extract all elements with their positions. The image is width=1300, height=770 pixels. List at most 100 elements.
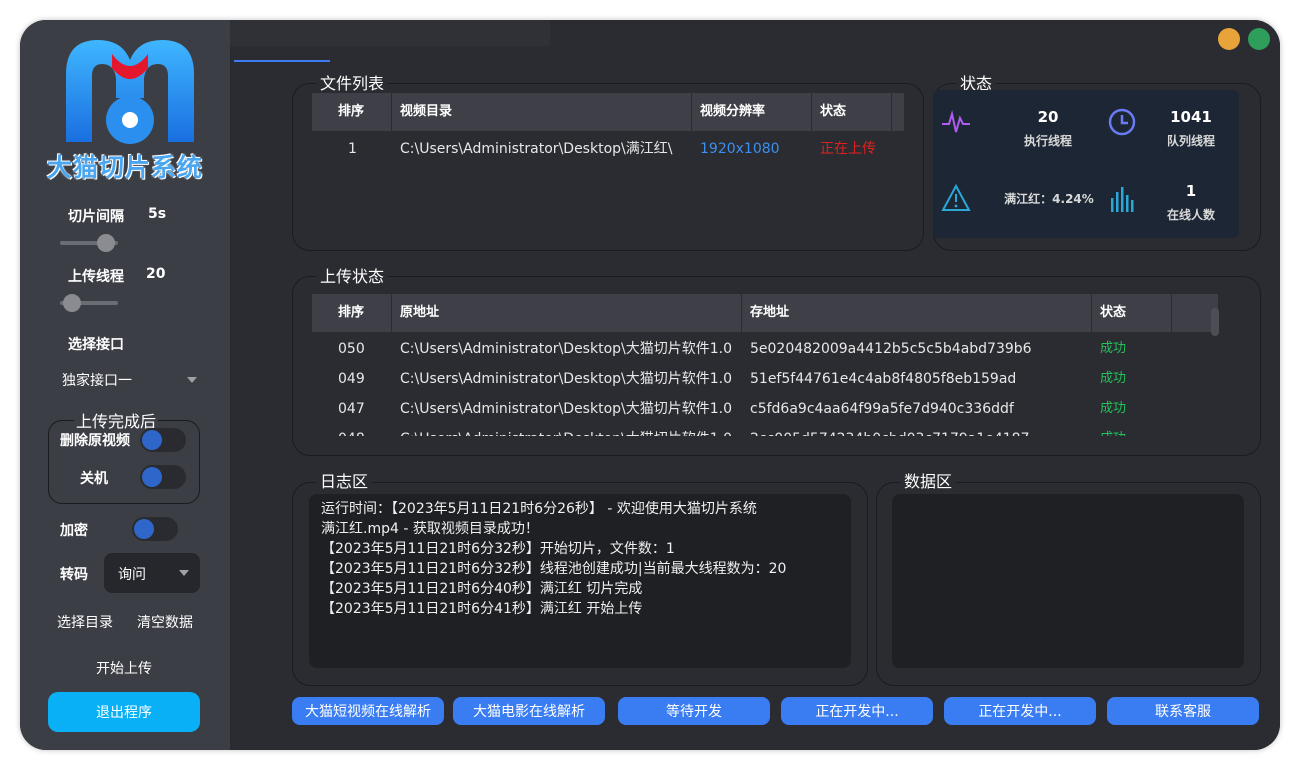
upload-threads-value: 20 (146, 266, 166, 282)
encrypt-toggle[interactable] (132, 517, 178, 541)
log-line: 运行时间：【2023年5月11日21时6分26秒】 - 欢迎使用大猫切片系统 (321, 501, 757, 517)
status-card: 20 执行线程 1041 队列线程 满江红：4.24% 1 在线人数 (933, 90, 1239, 238)
toggle-knob (134, 519, 154, 539)
table-row[interactable]: 050 C:\Users\Administrator\Desktop\大猫切片软… (312, 334, 1172, 364)
sidebar: 大猫切片系统 切片间隔 5s 上传线程 20 选择接口 独家接口一 上传完成后 … (20, 20, 230, 750)
table-row[interactable]: 048 C:\Users\Administrator\Desktop\大猫切片软… (312, 424, 1172, 436)
choose-api-label: 选择接口 (68, 337, 124, 353)
queue-threads-value: 1041 (1170, 108, 1212, 126)
log-line: 满江红.mp4 - 获取视频目录成功！ (321, 521, 539, 537)
table-row[interactable]: 047 C:\Users\Administrator\Desktop\大猫切片软… (312, 394, 1172, 424)
row-src: C:\Users\Administrator\Desktop\大猫切片软件1.0 (392, 424, 742, 436)
warning-icon (941, 184, 971, 211)
column-header-filler (892, 93, 904, 131)
log-line: 【2023年5月11日21时6分32秒】线程池创建成功|当前最大线程数为：20 (321, 561, 787, 577)
app-logo-text: 大猫切片系统 (46, 153, 203, 182)
data-title: 数据区 (900, 468, 957, 492)
slice-interval-slider[interactable] (60, 234, 118, 252)
column-header[interactable]: 状态 (1092, 294, 1172, 332)
exit-button[interactable]: 退出程序 (48, 692, 200, 732)
encrypt-label: 加密 (60, 523, 88, 539)
in-dev-button-2[interactable]: 正在开发中... (944, 697, 1096, 725)
row-dst: 5e020482009a4412b5c5c5b4abd739b6 (750, 341, 1032, 357)
bar-chart-icon (1111, 187, 1134, 212)
slice-interval-value: 5s (148, 206, 167, 222)
row-status: 成功 (1100, 371, 1127, 386)
row-status: 成功 (1100, 341, 1127, 356)
slider-handle[interactable] (62, 294, 81, 312)
row-dst: c5fd6a9c4aa64f99a5fe7d940c336ddf (750, 401, 1014, 417)
row-status: 成功 (1092, 424, 1172, 436)
api-select-value: 独家接口一 (62, 373, 132, 389)
in-dev-button-1[interactable]: 正在开发中... (781, 697, 933, 725)
api-select[interactable]: 独家接口一 (60, 368, 200, 392)
column-header[interactable]: 视频分辨率 (692, 93, 812, 131)
row-dst: 51ef5f44761e4c4ab8f4805f8eb159ad (750, 371, 1017, 387)
delete-source-label: 删除原视频 (60, 433, 130, 449)
minimize-button[interactable] (1218, 28, 1240, 50)
progress-text: 满江红：4.24% (1004, 192, 1094, 206)
column-header[interactable]: 存地址 (742, 294, 1092, 332)
pending-dev-button[interactable]: 等待开发 (618, 697, 770, 725)
row-dir: C:\Users\Administrator\Desktop\满江红\ (400, 141, 673, 157)
table-row[interactable]: 1 C:\Users\Administrator\Desktop\满江红\ 19… (312, 134, 892, 164)
app-window: 大猫切片系统 切片间隔 5s 上传线程 20 选择接口 独家接口一 上传完成后 … (20, 20, 1280, 750)
heartbeat-icon (942, 110, 970, 133)
shutdown-toggle[interactable] (140, 465, 186, 489)
upload-status-body: 050 C:\Users\Administrator\Desktop\大猫切片软… (312, 334, 1218, 436)
delete-source-toggle[interactable] (140, 428, 186, 452)
chevron-down-icon (179, 570, 189, 576)
log-line: 【2023年5月11日21时6分40秒】满江红 切片完成 (321, 581, 643, 597)
row-status: 正在上传 (820, 141, 876, 157)
choose-dir-button[interactable]: 选择目录 (50, 612, 120, 632)
online-count-label: 在线人数 (1166, 208, 1215, 222)
row-index: 049 (338, 371, 365, 387)
shutdown-label: 关机 (80, 471, 108, 487)
toggle-knob (142, 467, 162, 487)
contact-support-button[interactable]: 联系客服 (1107, 697, 1259, 725)
clock-icon (1108, 108, 1136, 136)
column-header[interactable]: 排序 (312, 294, 392, 332)
log-line: 【2023年5月11日21时6分32秒】开始切片，文件数：1 (321, 541, 675, 557)
column-header[interactable]: 原地址 (392, 294, 742, 332)
log-title: 日志区 (316, 468, 373, 492)
column-header[interactable]: 状态 (812, 93, 892, 131)
slice-interval-label: 切片间隔 (68, 209, 124, 225)
row-src: C:\Users\Administrator\Desktop\大猫切片软件1.0 (400, 401, 733, 417)
upload-status-title: 上传状态 (316, 263, 389, 287)
transcode-label: 转码 (60, 567, 88, 583)
file-list-title: 文件列表 (316, 70, 389, 94)
table-row[interactable]: 049 C:\Users\Administrator\Desktop\大猫切片软… (312, 364, 1172, 394)
main-area: 文件列表 排序 视频目录 视频分辨率 状态 1 C:\Users\Adminis… (230, 20, 1280, 750)
file-list-header: 排序 视频目录 视频分辨率 状态 (312, 93, 904, 131)
transcode-select-value: 询问 (118, 567, 146, 583)
exec-threads-label: 执行线程 (1023, 134, 1072, 148)
row-index: 048 (312, 424, 392, 436)
clear-data-button[interactable]: 清空数据 (130, 612, 200, 632)
exec-threads-value: 20 (1037, 108, 1059, 126)
row-src: C:\Users\Administrator\Desktop\大猫切片软件1.0 (400, 341, 733, 357)
tab-strip (230, 20, 550, 46)
maximize-button[interactable] (1248, 28, 1270, 50)
upload-status-header: 排序 原地址 存地址 状态 (312, 294, 1218, 332)
upload-status-scrollbar[interactable] (1211, 308, 1219, 336)
chevron-down-icon (187, 377, 197, 383)
data-output[interactable] (892, 494, 1244, 668)
movie-parse-button[interactable]: 大猫电影在线解析 (453, 697, 605, 725)
row-index: 047 (338, 401, 365, 417)
column-header[interactable]: 排序 (312, 93, 392, 131)
queue-threads-label: 队列线程 (1166, 134, 1215, 148)
upload-threads-slider[interactable] (60, 294, 118, 312)
short-video-parse-button[interactable]: 大猫短视频在线解析 (292, 697, 444, 725)
log-line: 【2023年5月11日21时6分41秒】满江红 开始上传 (321, 601, 643, 617)
log-output[interactable]: 运行时间：【2023年5月11日21时6分26秒】 - 欢迎使用大猫切片系统 满… (309, 494, 851, 668)
row-status: 成功 (1100, 401, 1127, 416)
active-tab-indicator (234, 60, 330, 62)
row-src: C:\Users\Administrator\Desktop\大猫切片软件1.0 (400, 371, 733, 387)
transcode-select[interactable]: 询问 (104, 553, 200, 593)
start-upload-button[interactable]: 开始上传 (80, 658, 168, 678)
slider-handle[interactable] (97, 234, 116, 252)
row-index: 050 (338, 341, 365, 357)
app-logo (66, 40, 194, 144)
column-header[interactable]: 视频目录 (392, 93, 692, 131)
